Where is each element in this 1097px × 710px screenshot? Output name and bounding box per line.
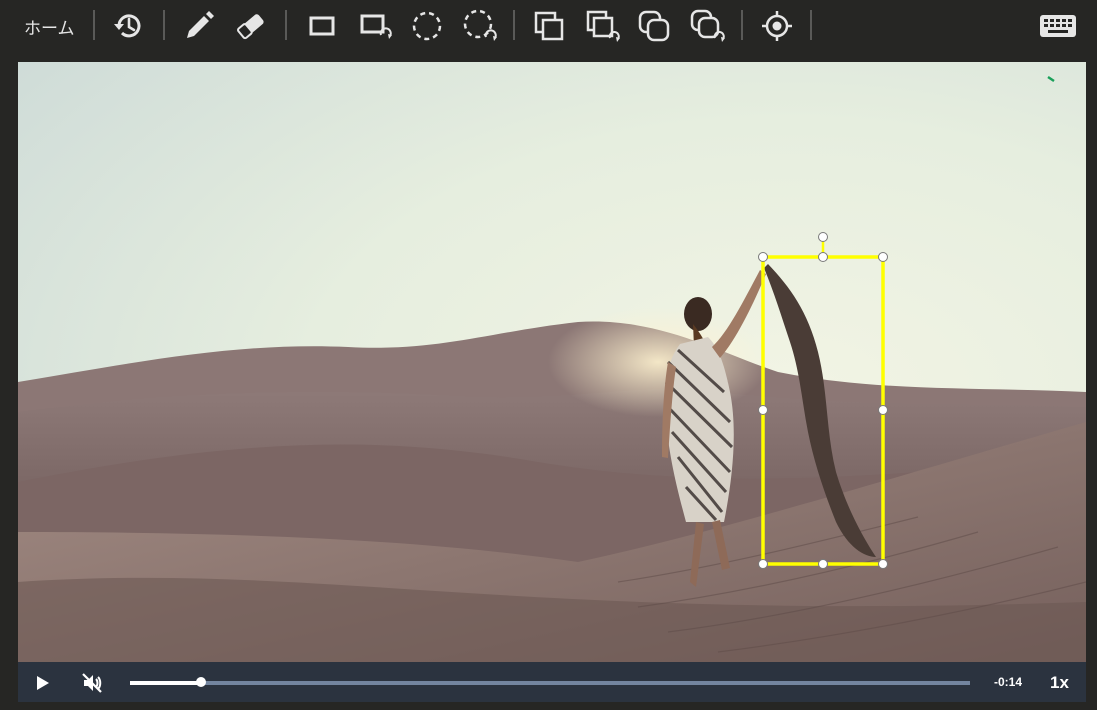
resize-handle-top-right[interactable]	[878, 252, 888, 262]
toolbar-divider	[513, 10, 515, 40]
resize-handle-bottom[interactable]	[818, 559, 828, 569]
resize-handle-top[interactable]	[818, 252, 828, 262]
pencil-button[interactable]	[181, 8, 217, 44]
rectangle-button[interactable]	[304, 8, 340, 44]
toolbar-divider	[93, 10, 95, 40]
copy-rectangle-icon	[534, 11, 564, 41]
circle-button[interactable]	[409, 8, 445, 44]
annotation-toolbar: ホーム	[0, 0, 1097, 52]
resize-handle-bottom-right[interactable]	[878, 559, 888, 569]
video-canvas[interactable]	[18, 62, 1086, 662]
muted-speaker-icon	[82, 673, 102, 693]
copy-rectangle-repeat-button[interactable]	[584, 8, 620, 44]
copy-rounded-repeat-icon	[690, 9, 725, 42]
resize-handle-right[interactable]	[878, 405, 888, 415]
seek-bar-thumb[interactable]	[195, 677, 206, 687]
target-icon	[762, 11, 792, 41]
keyboard-button[interactable]	[1038, 10, 1078, 42]
play-button[interactable]	[32, 673, 52, 693]
target-button[interactable]	[759, 8, 795, 44]
video-frame	[18, 62, 1086, 662]
eraser-icon	[237, 14, 264, 40]
toolbar-divider	[163, 10, 165, 40]
copy-rectangle-button[interactable]	[531, 8, 567, 44]
seek-bar-progress	[130, 681, 201, 685]
copy-rounded-repeat-button[interactable]	[689, 8, 725, 44]
resize-handle-left[interactable]	[758, 405, 768, 415]
toolbar-divider	[810, 10, 812, 40]
toolbar-divider	[285, 10, 287, 40]
home-button[interactable]: ホーム	[24, 14, 75, 39]
rectangle-repeat-button[interactable]	[357, 8, 393, 44]
mute-button[interactable]	[81, 672, 103, 694]
rotate-handle[interactable]	[818, 232, 828, 242]
copy-rounded-button[interactable]	[636, 8, 672, 44]
play-icon	[37, 676, 49, 690]
rectangle-icon	[309, 16, 335, 36]
eraser-button[interactable]	[233, 8, 269, 44]
remaining-time: -0:14	[994, 675, 1023, 689]
playback-rate-button[interactable]: 1x	[1050, 673, 1069, 693]
seek-bar[interactable]	[130, 677, 970, 687]
circle-repeat-button[interactable]	[461, 8, 497, 44]
history-icon	[114, 14, 141, 38]
dashed-circle-repeat-icon	[463, 9, 497, 41]
resize-handle-bottom-left[interactable]	[758, 559, 768, 569]
pencil-icon	[187, 11, 214, 38]
resize-handle-top-left[interactable]	[758, 252, 768, 262]
copy-rounded-icon	[638, 10, 670, 42]
toolbar-divider	[741, 10, 743, 40]
history-button[interactable]	[110, 8, 146, 44]
keyboard-icon	[1040, 15, 1076, 37]
video-control-bar: -0:14 1x	[18, 662, 1086, 702]
rectangle-repeat-icon	[360, 14, 392, 39]
dashed-circle-icon	[412, 11, 442, 41]
copy-rectangle-repeat-icon	[586, 10, 620, 42]
